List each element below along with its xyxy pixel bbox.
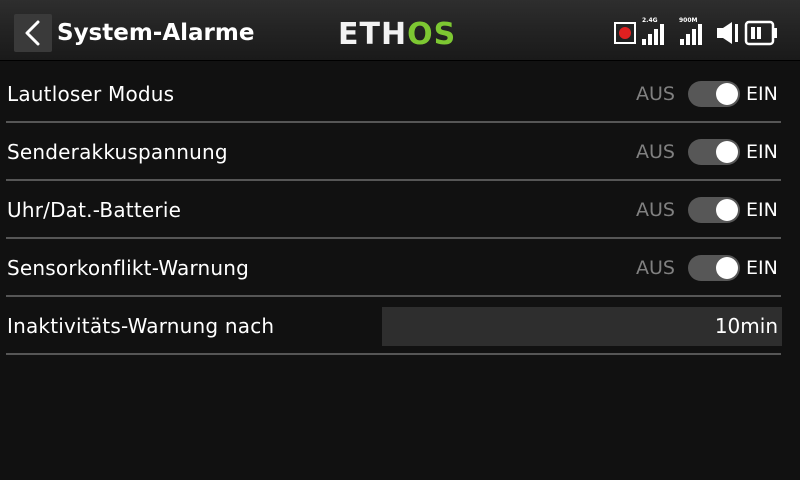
- setting-label: Uhr/Dat.-Batterie: [7, 198, 182, 222]
- setting-row-sensor-conflict: Sensorkonflikt-Warnung AUS EIN: [0, 239, 800, 297]
- page-title: System-Alarme: [57, 20, 255, 46]
- toggle-off-label: AUS: [636, 199, 675, 221]
- setting-label: Inaktivitäts-Warnung nach: [7, 314, 275, 338]
- toggle-switch[interactable]: [688, 81, 740, 107]
- inactivity-value-field[interactable]: 10min: [382, 307, 782, 346]
- toggle-knob: [716, 83, 738, 105]
- ethos-logo: ETHOS: [338, 17, 456, 50]
- toggle-off-label: AUS: [636, 83, 675, 105]
- setting-row-transmitter-battery: Senderakkuspannung AUS EIN: [0, 123, 800, 181]
- toggle-knob: [716, 199, 738, 221]
- svg-text:2.4G: 2.4G: [642, 17, 658, 24]
- toggle-switch[interactable]: [688, 139, 740, 165]
- setting-label: Senderakkuspannung: [7, 140, 228, 164]
- svg-text:900M: 900M: [679, 17, 698, 24]
- setting-row-silent-mode: Lautloser Modus AUS EIN: [0, 65, 800, 123]
- setting-label: Sensorkonflikt-Warnung: [7, 256, 250, 280]
- signal-2-4g-icon: 2.4G: [642, 17, 664, 45]
- volume-icon: [717, 22, 738, 44]
- toggle-switch[interactable]: [688, 255, 740, 281]
- header-bar: System-Alarme ETHOS 2.4G 900M: [0, 0, 800, 61]
- toggle-off-label: AUS: [636, 257, 675, 279]
- toggle-knob: [716, 257, 738, 279]
- screen: System-Alarme ETHOS 2.4G 900M Lautloser …: [0, 0, 800, 480]
- toggle-off-label: AUS: [636, 141, 675, 163]
- svg-text:ETHOS: ETHOS: [338, 17, 456, 50]
- record-indicator-icon: [614, 22, 636, 44]
- toggle-on-label: EIN: [746, 199, 778, 221]
- setting-row-rtc-battery: Uhr/Dat.-Batterie AUS EIN: [0, 181, 800, 239]
- toggle-knob: [716, 141, 738, 163]
- chevron-left-icon: [25, 20, 40, 46]
- inactivity-value: 10min: [714, 314, 778, 338]
- back-button[interactable]: [14, 14, 52, 52]
- toggle-on-label: EIN: [746, 83, 778, 105]
- setting-label: Lautloser Modus: [7, 82, 175, 106]
- toggle-on-label: EIN: [746, 257, 778, 279]
- toggle-on-label: EIN: [746, 141, 778, 163]
- signal-900m-icon: 900M: [679, 17, 702, 45]
- battery-icon: [744, 20, 777, 46]
- toggle-switch[interactable]: [688, 197, 740, 223]
- row-divider: [6, 353, 781, 355]
